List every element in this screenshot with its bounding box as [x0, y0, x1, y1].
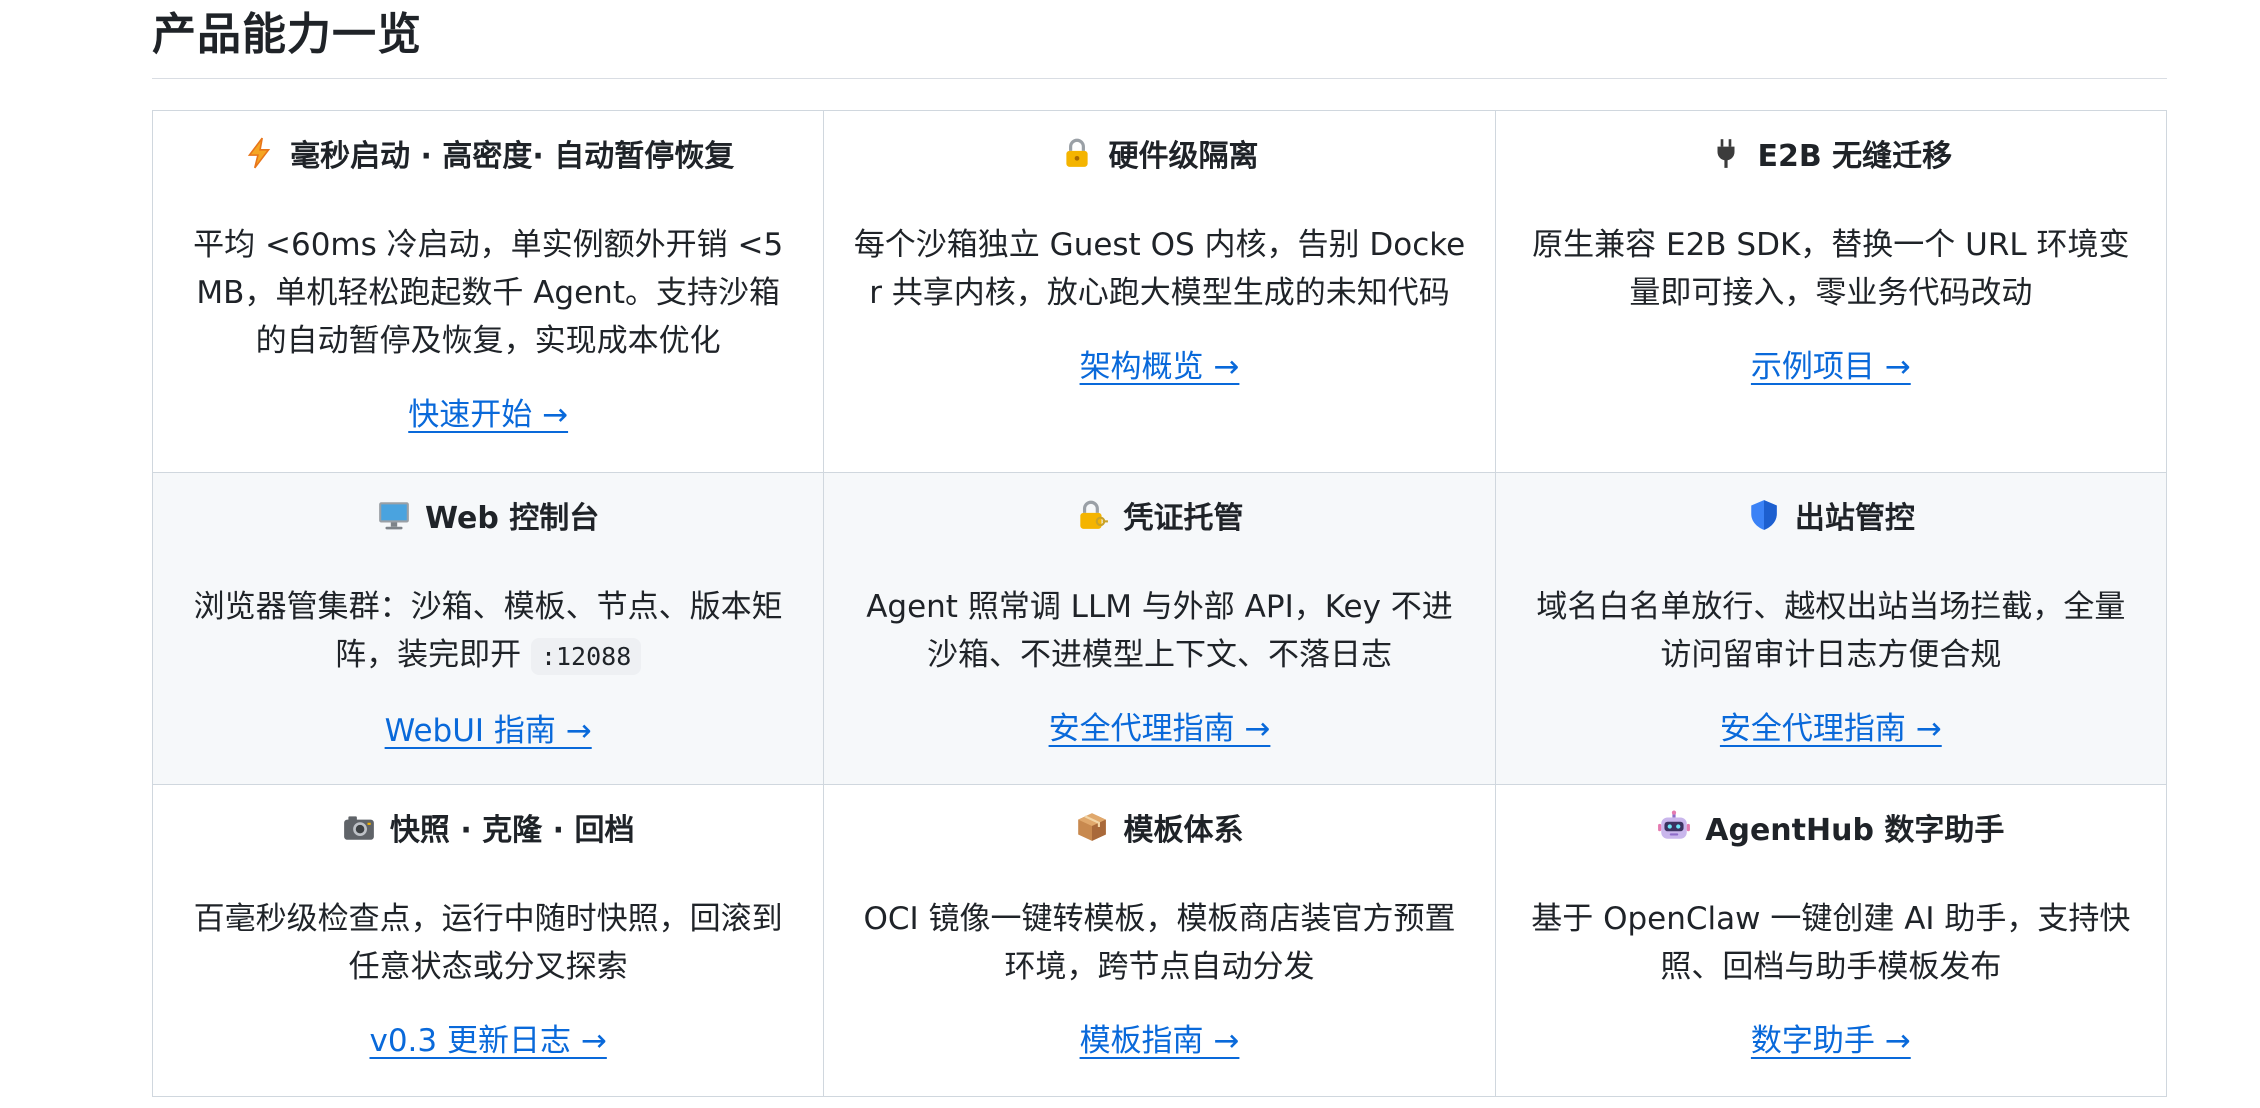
security-proxy-guide-link-2[interactable]: 安全代理指南 →	[1720, 705, 1942, 753]
robot-icon	[1657, 810, 1691, 844]
grid-row: 毫秒启动 · 高密度· 自动暂停恢复 平均 <60ms 冷启动，单实例额外开销 …	[151, 110, 2168, 473]
card-description: 基于 OpenClaw 一键创建 AI 助手，支持快照、回档与助手模板发布	[1531, 901, 2131, 985]
monitor-icon	[377, 498, 411, 532]
card-description: 原生兼容 E2B SDK，替换一个 URL 环境变量即可接入，零业务代码改动	[1532, 227, 2130, 311]
capability-grid: 毫秒启动 · 高密度· 自动暂停恢复 平均 <60ms 冷启动，单实例额外开销 …	[151, 110, 2168, 1097]
card-description: 百毫秒级检查点，运行中随时快照，回滚到任意状态或分叉探索	[193, 901, 783, 985]
card-header: 出站管控	[1747, 489, 1915, 541]
capability-card-web-console: Web 控制台 浏览器管集群：沙箱、模板、节点、版本矩阵，装完即开 :12088…	[151, 472, 825, 785]
card-header: E2B 无缝迁移	[1709, 127, 1952, 179]
example-projects-link[interactable]: 示例项目 →	[1751, 343, 1911, 391]
card-header: AgentHub 数字助手	[1657, 801, 2004, 853]
architecture-overview-link[interactable]: 架构概览 →	[1080, 343, 1240, 391]
card-title: AgentHub 数字助手	[1705, 813, 2005, 848]
card-title: E2B 无缝迁移	[1757, 139, 1953, 174]
digital-assistant-link[interactable]: 数字助手 →	[1751, 1017, 1911, 1065]
capability-card-isolation: 硬件级隔离 每个沙箱独立 Guest OS 内核，告别 Docker 共享内核，…	[823, 110, 1496, 473]
card-description: 平均 <60ms 冷启动，单实例额外开销 <5MB，单机轻松跑起数千 Agent…	[193, 227, 784, 359]
capability-card-template-system: 模板体系 OCI 镜像一键转模板，模板商店装官方预置环境，跨节点自动分发 模板指…	[823, 784, 1496, 1097]
lock-icon	[1060, 136, 1094, 170]
changelog-link[interactable]: v0.3 更新日志 →	[369, 1017, 606, 1065]
card-title: 硬件级隔离	[1108, 139, 1259, 174]
camera-icon	[342, 810, 376, 844]
card-description: 每个沙箱独立 Guest OS 内核，告别 Docker 共享内核，放心跑大模型…	[853, 227, 1466, 311]
card-header: 毫秒启动 · 高密度· 自动暂停恢复	[242, 127, 734, 179]
lightning-icon	[242, 136, 276, 170]
section-title: 产品能力一览	[152, 0, 2167, 79]
card-title: 快照 · 克隆 · 回档	[389, 813, 635, 848]
package-icon	[1075, 810, 1109, 844]
capability-card-e2b-migration: E2B 无缝迁移 原生兼容 E2B SDK，替换一个 URL 环境变量即可接入，…	[1494, 110, 2168, 473]
webui-guide-link[interactable]: WebUI 指南 →	[385, 707, 592, 755]
card-title: 模板体系	[1123, 813, 1244, 848]
grid-row: Web 控制台 浏览器管集群：沙箱、模板、节点、版本矩阵，装完即开 :12088…	[151, 472, 2168, 785]
card-title: Web 控制台	[425, 501, 600, 536]
card-title: 毫秒启动 · 高密度· 自动暂停恢复	[290, 139, 735, 174]
card-header: 模板体系	[1075, 801, 1243, 853]
capability-card-egress-control: 出站管控 域名白名单放行、越权出站当场拦截，全量访问留审计日志方便合规 安全代理…	[1494, 472, 2168, 785]
capability-card-credential-custody: 凭证托管 Agent 照常调 LLM 与外部 API，Key 不进沙箱、不进模型…	[823, 472, 1496, 785]
page-content: 产品能力一览 毫秒启动 · 高密度· 自动暂停恢复 平均 <60ms 冷启动，单…	[151, 0, 2168, 1097]
quickstart-link[interactable]: 快速开始 →	[408, 391, 568, 439]
card-title: 凭证托管	[1123, 501, 1244, 536]
card-description: 域名白名单放行、越权出站当场拦截，全量访问留审计日志方便合规	[1536, 589, 2126, 673]
plug-icon	[1709, 136, 1743, 170]
template-guide-link[interactable]: 模板指南 →	[1080, 1017, 1240, 1065]
grid-row: 快照 · 克隆 · 回档 百毫秒级检查点，运行中随时快照，回滚到任意状态或分叉探…	[151, 784, 2168, 1097]
capability-card-agenthub: AgentHub 数字助手 基于 OpenClaw 一键创建 AI 助手，支持快…	[1494, 784, 2168, 1097]
capability-card-fast-start: 毫秒启动 · 高密度· 自动暂停恢复 平均 <60ms 冷启动，单实例额外开销 …	[151, 110, 825, 473]
shield-icon	[1747, 498, 1781, 532]
card-description: OCI 镜像一键转模板，模板商店装官方预置环境，跨节点自动分发	[863, 901, 1456, 985]
card-header: 凭证托管	[1075, 489, 1243, 541]
card-description: Agent 照常调 LLM 与外部 API，Key 不进沙箱、不进模型上下文、不…	[866, 589, 1453, 673]
port-code: :12088	[530, 638, 642, 675]
capability-card-snapshot: 快照 · 克隆 · 回档 百毫秒级检查点，运行中随时快照，回滚到任意状态或分叉探…	[151, 784, 825, 1097]
card-title: 出站管控	[1794, 501, 1915, 536]
card-description-text: 浏览器管集群：沙箱、模板、节点、版本矩阵，装完即开	[193, 589, 783, 673]
security-proxy-guide-link[interactable]: 安全代理指南 →	[1049, 705, 1271, 753]
card-header: 硬件级隔离	[1060, 127, 1258, 179]
card-description: 浏览器管集群：沙箱、模板、节点、版本矩阵，装完即开 :12088	[181, 583, 795, 681]
card-header: 快照 · 克隆 · 回档	[342, 801, 635, 853]
card-header: Web 控制台	[377, 489, 599, 541]
lock-key-icon	[1075, 498, 1109, 532]
